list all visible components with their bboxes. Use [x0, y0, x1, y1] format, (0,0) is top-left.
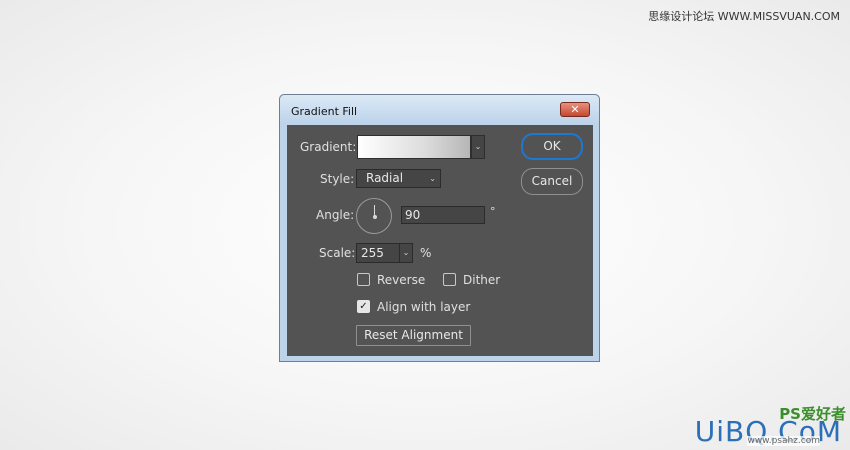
dither-checkbox[interactable]	[443, 273, 456, 286]
reverse-checkbox[interactable]	[357, 273, 370, 286]
scale-label: Scale:	[319, 246, 356, 260]
align-with-layer-label: Align with layer	[377, 300, 471, 314]
scale-input[interactable]: 255	[356, 243, 400, 263]
dither-label: Dither	[463, 273, 501, 287]
scale-unit: %	[420, 246, 432, 260]
style-value: Radial	[366, 171, 404, 185]
angle-center-dot	[372, 214, 377, 219]
scale-dropdown[interactable]: ⌄	[399, 243, 413, 263]
title-bar[interactable]: Gradient Fill ✕	[280, 95, 599, 124]
watermark-top: 思缘设计论坛 WWW.MISSVUAN.COM	[648, 10, 840, 23]
ok-button[interactable]: OK	[521, 133, 583, 160]
close-button[interactable]: ✕	[560, 102, 590, 117]
chevron-down-icon: ⌄	[429, 174, 436, 183]
style-label: Style:	[320, 172, 355, 186]
reset-alignment-button[interactable]: Reset Alignment	[356, 325, 471, 346]
dialog-body: Gradient: ⌄ Style: Radial ⌄ Angle: 90 ° …	[287, 125, 593, 356]
angle-label: Angle:	[316, 208, 355, 222]
gradient-preview[interactable]	[357, 135, 471, 159]
angle-input[interactable]: 90	[401, 206, 485, 224]
style-select[interactable]: Radial ⌄	[356, 169, 441, 188]
reverse-label: Reverse	[377, 273, 426, 287]
gradient-picker-dropdown[interactable]: ⌄	[471, 135, 485, 159]
cancel-button[interactable]: Cancel	[521, 168, 583, 195]
chevron-down-icon: ⌄	[474, 142, 482, 151]
checkmark-icon: ✓	[359, 301, 368, 312]
angle-unit: °	[490, 205, 496, 218]
close-icon: ✕	[570, 103, 580, 116]
dialog-title: Gradient Fill	[291, 105, 358, 118]
chevron-down-icon: ⌄	[402, 248, 410, 257]
gradient-label: Gradient:	[300, 140, 357, 154]
angle-dial[interactable]	[356, 198, 392, 234]
gradient-fill-dialog: Gradient Fill ✕ Gradient: ⌄ Style: Radia…	[279, 94, 600, 362]
align-with-layer-checkbox[interactable]: ✓	[357, 300, 370, 313]
watermark-site: www.psahz.com	[747, 436, 820, 446]
